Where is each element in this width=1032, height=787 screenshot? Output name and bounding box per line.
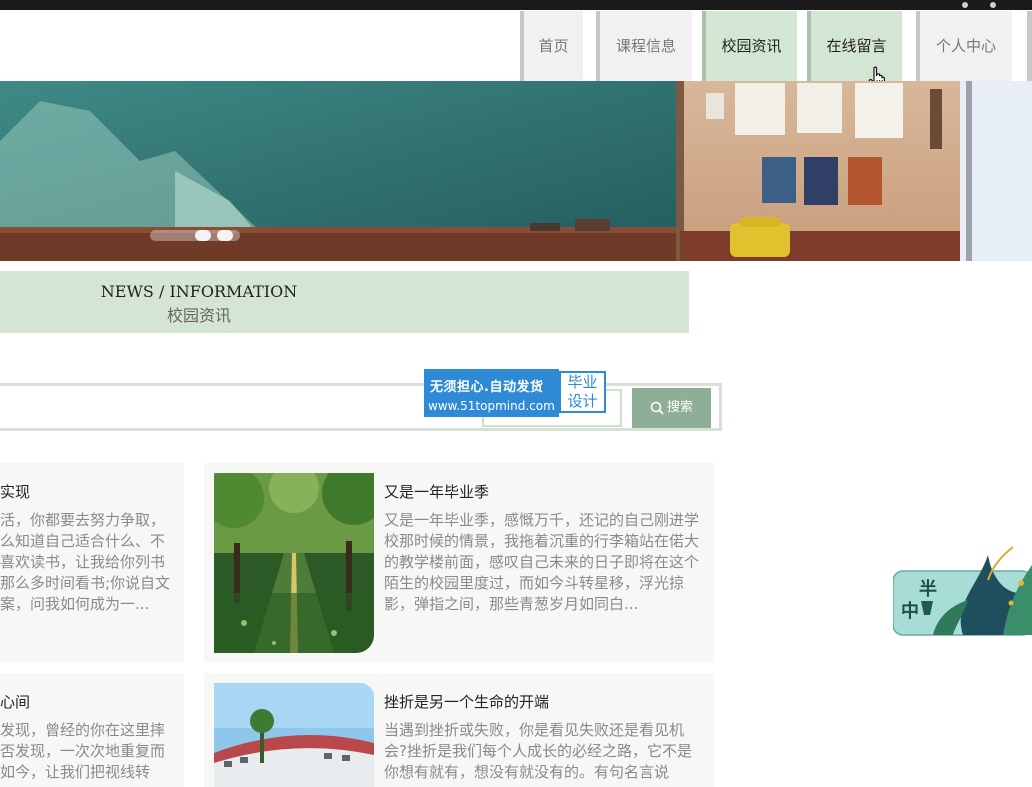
- nav-item-home[interactable]: 首页: [520, 11, 583, 81]
- carousel-indicators: [150, 229, 240, 243]
- section-header: NEWS / INFORMATION 校园资讯: [0, 271, 689, 333]
- status-dot: [990, 2, 996, 8]
- window-top-strip: [0, 0, 1032, 10]
- banner-carousel[interactable]: [0, 81, 1032, 261]
- news-card-image[interactable]: [214, 473, 374, 653]
- news-card-title[interactable]: 心间: [0, 691, 30, 712]
- watermark-line1: 无须担心.自动发货: [430, 380, 544, 395]
- watermark-badge: 无须担心.自动发货 www.51topmind.com 毕业 设计: [424, 369, 608, 417]
- floating-decoration[interactable]: 半 中: [892, 545, 1032, 637]
- nav-divider: [1027, 11, 1032, 81]
- news-card[interactable]: 挫折是另一个生命的开端 当遇到挫折或失败，你是看见失败还是看见机会?挫折是我们每…: [204, 673, 714, 787]
- news-card-summary: 发现，曾经的你在这里摔否发现，一次次地重复而如今，让我们把视线转: [0, 721, 166, 781]
- decoration-text-2: 中: [901, 601, 919, 622]
- watermark-main: 无须担心.自动发货 www.51topmind.com: [424, 369, 559, 417]
- search-button[interactable]: 搜索: [632, 388, 711, 428]
- carousel-dot[interactable]: [195, 230, 211, 241]
- decoration-text-1: 半: [919, 579, 937, 600]
- carousel-dot[interactable]: [217, 230, 233, 241]
- leaf-decoration-icon: [892, 546, 1032, 636]
- news-card-summary: 活，你都要去努力争取，么知道自己适合什么、不喜欢读书，让我给你列书那么多时间看书…: [0, 511, 171, 613]
- news-card-summary: 当遇到挫折或失败，你是看见失败还是看见机会?挫折是我们每个人成长的必经之路，它不…: [384, 721, 692, 781]
- watermark-side: 毕业 设计: [559, 371, 606, 413]
- nav-item-campus-news[interactable]: 校园资讯: [702, 11, 797, 81]
- nav-item-personal-center[interactable]: 个人中心: [916, 11, 1012, 81]
- watermark-side-top: 毕业: [567, 373, 598, 391]
- search-button-label: 搜索: [666, 400, 693, 415]
- watermark-side-bottom: 设计: [567, 392, 598, 410]
- search-icon: [650, 401, 664, 415]
- news-card[interactable]: 又是一年毕业季 又是一年毕业季，感慨万千，还记的自己刚进学校那时候的情景，我拖着…: [204, 463, 714, 662]
- news-card-summary: 又是一年毕业季，感慨万千，还记的自己刚进学校那时候的情景，我拖着沉重的行李箱站在…: [384, 511, 700, 613]
- news-card-title[interactable]: 实现: [0, 481, 30, 502]
- section-title-en: NEWS / INFORMATION: [100, 282, 298, 301]
- watermark-line2: www.51topmind.com: [428, 399, 555, 413]
- nav-item-courses[interactable]: 课程信息: [596, 11, 692, 81]
- nav-item-online-message[interactable]: 在线留言: [807, 11, 902, 81]
- tree-path-photo: [214, 473, 374, 653]
- news-card[interactable]: 实现 活，你都要去努力争取，么知道自己适合什么、不喜欢读书，让我给你列书那么多时…: [0, 463, 184, 662]
- section-title-cn: 校园资讯: [166, 306, 231, 325]
- status-dot: [962, 2, 968, 8]
- campus-building-photo: [214, 683, 374, 787]
- news-card-title[interactable]: 挫折是另一个生命的开端: [384, 691, 549, 712]
- news-card-image[interactable]: [214, 683, 374, 787]
- news-card[interactable]: 心间 发现，曾经的你在这里摔否发现，一次次地重复而如今，让我们把视线转: [0, 673, 184, 787]
- news-card-title[interactable]: 又是一年毕业季: [384, 481, 489, 502]
